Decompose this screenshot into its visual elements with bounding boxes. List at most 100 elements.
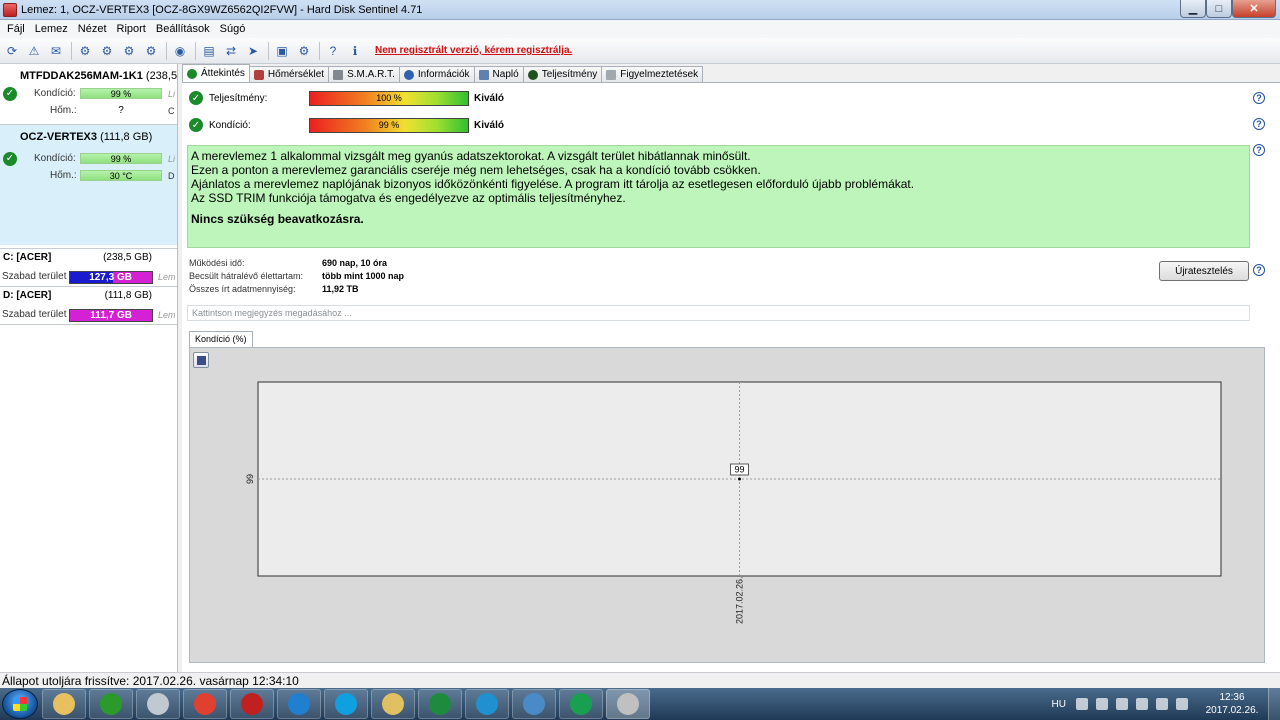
- menu-view[interactable]: Nézet: [73, 23, 112, 35]
- taskbar-app[interactable]: [89, 689, 133, 719]
- send-report-icon[interactable]: ➤: [243, 41, 263, 61]
- tab-smart[interactable]: S.M.A.R.T.: [328, 66, 400, 82]
- alert-icon[interactable]: ⚠: [24, 41, 44, 61]
- volume-icon[interactable]: [1156, 698, 1168, 710]
- taskbar-app[interactable]: [324, 689, 368, 719]
- file-explorer-icon: [53, 693, 75, 715]
- maximize-button[interactable]: □: [1206, 0, 1232, 18]
- print-icon[interactable]: ▣: [272, 41, 292, 61]
- taskbar-app[interactable]: [559, 689, 603, 719]
- refresh-icon[interactable]: ⟳: [2, 41, 22, 61]
- tab-condition-chart[interactable]: Kondíció (%): [189, 331, 253, 347]
- taskbar-app[interactable]: [183, 689, 227, 719]
- retest-button[interactable]: Újratesztelés: [1159, 261, 1249, 281]
- document-icon: [606, 69, 617, 80]
- written-value: 11,92 TB: [322, 284, 359, 294]
- menu-report[interactable]: Riport: [112, 23, 151, 35]
- toolbar-separator: [195, 41, 196, 60]
- help-icon[interactable]: ?: [1253, 144, 1265, 156]
- check-icon: ✓: [3, 86, 17, 101]
- taskbar-app[interactable]: [42, 689, 86, 719]
- taskbar-app[interactable]: [418, 689, 462, 719]
- clock-date: 2017.02.26.: [1205, 705, 1259, 716]
- uptime-label: Működési idő:: [189, 258, 245, 268]
- tab-alerts[interactable]: Figyelmeztetések: [601, 66, 704, 82]
- minimize-button[interactable]: ▁: [1180, 0, 1206, 18]
- tab-temperature[interactable]: Hőmérséklet: [248, 66, 330, 82]
- performance-verdict: Kiváló: [474, 92, 505, 104]
- y-tick-label: 99: [245, 474, 255, 484]
- menu-disk[interactable]: Lemez: [30, 23, 73, 35]
- start-button[interactable]: [2, 689, 38, 719]
- help-icon[interactable]: ?: [323, 41, 343, 61]
- info-icon[interactable]: ℹ: [345, 41, 365, 61]
- summary-line: Ajánlatos a merevlemez naplójának bizony…: [191, 177, 915, 191]
- condition-chart: 2017.02.26. 99 99: [189, 347, 1265, 663]
- show-desktop-button[interactable]: [1268, 688, 1280, 720]
- tab-overview[interactable]: Áttekintés: [182, 64, 250, 82]
- test-icon[interactable]: ⚙: [75, 41, 95, 61]
- clock[interactable]: 12:36 2017.02.26.: [1196, 691, 1268, 717]
- tray-arrow-icon[interactable]: [1076, 698, 1088, 710]
- signal-icon[interactable]: [1136, 698, 1148, 710]
- free-space-bar: 127,3 GB: [69, 271, 153, 284]
- uptime-value: 690 nap, 10 óra: [322, 258, 388, 268]
- disk-name: MTFDDAK256MAM-1K1 (238,5 G: [20, 70, 177, 82]
- x-tick-label: 2017.02.26.: [735, 576, 745, 624]
- language-indicator[interactable]: HU: [1052, 699, 1066, 710]
- menu-file[interactable]: Fájl: [2, 23, 30, 35]
- disk-condition-row: ✓ Kondíció: 99 % Li: [0, 150, 177, 167]
- report-icon[interactable]: ▤: [199, 41, 219, 61]
- clipped-text: Li: [168, 153, 176, 164]
- disk-item[interactable]: MTFDDAK256MAM-1K1 (238,5 G ✓ Kondíció: 9…: [0, 64, 177, 119]
- taskbar-app[interactable]: [277, 689, 321, 719]
- status-bar: Állapot utoljára frissítve: 2017.02.26. …: [0, 672, 1280, 688]
- taskbar-app[interactable]: [606, 689, 650, 719]
- short-test-icon[interactable]: ⚙: [119, 41, 139, 61]
- taskbar-app[interactable]: [230, 689, 274, 719]
- toolbar: ⟳ ⚠ ✉ ⚙ ⚙ ⚙ ⚙ ◉ ▤ ⇄ ➤ ▣ ⚙ ? ℹ Nem regisz…: [0, 38, 1280, 64]
- hard-disk-sentinel-icon: [617, 693, 639, 715]
- written-label: Összes írt adatmennyiség:: [189, 284, 296, 294]
- thermometer-icon: [253, 69, 264, 80]
- close-button[interactable]: ✕: [1232, 0, 1276, 18]
- status-icon[interactable]: [1176, 698, 1188, 710]
- disk-item-selected[interactable]: OCZ-VERTEX3 (111,8 GB) ✓ Kondíció: 99 % …: [0, 125, 177, 245]
- taskbar-app[interactable]: [371, 689, 415, 719]
- toolbar-separator: [268, 41, 269, 60]
- network-icon[interactable]: [1116, 698, 1128, 710]
- menu-settings[interactable]: Beállítások: [151, 23, 215, 35]
- info-icon: [403, 69, 414, 80]
- settings-icon[interactable]: ⚙: [294, 41, 314, 61]
- save-icon[interactable]: [193, 352, 209, 368]
- tab-bar: Áttekintés Hőmérséklet S.M.A.R.T. Inform…: [182, 64, 1280, 82]
- taskbar-app[interactable]: [465, 689, 509, 719]
- menu-bar: Fájl Lemez Nézet Riport Beállítások Súgó: [0, 20, 1280, 38]
- tray-app-icon[interactable]: [1096, 698, 1108, 710]
- sync-icon[interactable]: ⇄: [221, 41, 241, 61]
- globe-icon[interactable]: ◉: [170, 41, 190, 61]
- help-icon[interactable]: ?: [1253, 264, 1265, 276]
- surface-test-icon[interactable]: ⚙: [97, 41, 117, 61]
- taskbar-app[interactable]: [512, 689, 556, 719]
- temp-label: Hőm.:: [50, 170, 77, 181]
- volume-item[interactable]: D: [ACER] (111,8 GB) Szabad terület 111,7…: [0, 287, 177, 325]
- free-space-value: 127,3 GB: [89, 272, 132, 283]
- data-label: 99: [734, 465, 744, 475]
- excel-icon: [429, 693, 451, 715]
- register-link[interactable]: Nem regisztrált verzió, kérem regisztrál…: [375, 45, 572, 56]
- help-icon[interactable]: ?: [1253, 118, 1265, 130]
- volume-item[interactable]: C: [ACER] (238,5 GB) Szabad terület 127,3…: [0, 249, 177, 287]
- menu-help[interactable]: Súgó: [215, 23, 251, 35]
- ccleaner-icon: [288, 693, 310, 715]
- taskbar-app[interactable]: [136, 689, 180, 719]
- note-input[interactable]: Kattintson megjegyzés megadásához ...: [187, 305, 1250, 321]
- help-icon[interactable]: ?: [1253, 92, 1265, 104]
- windows-logo-icon: [13, 697, 27, 711]
- tab-performance[interactable]: Teljesítmény: [522, 66, 603, 82]
- extended-test-icon[interactable]: ⚙: [141, 41, 161, 61]
- tab-log[interactable]: Napló: [473, 66, 524, 82]
- free-space-label: Szabad terület: [2, 271, 67, 282]
- email-icon[interactable]: ✉: [46, 41, 66, 61]
- tab-information[interactable]: Információk: [398, 66, 475, 82]
